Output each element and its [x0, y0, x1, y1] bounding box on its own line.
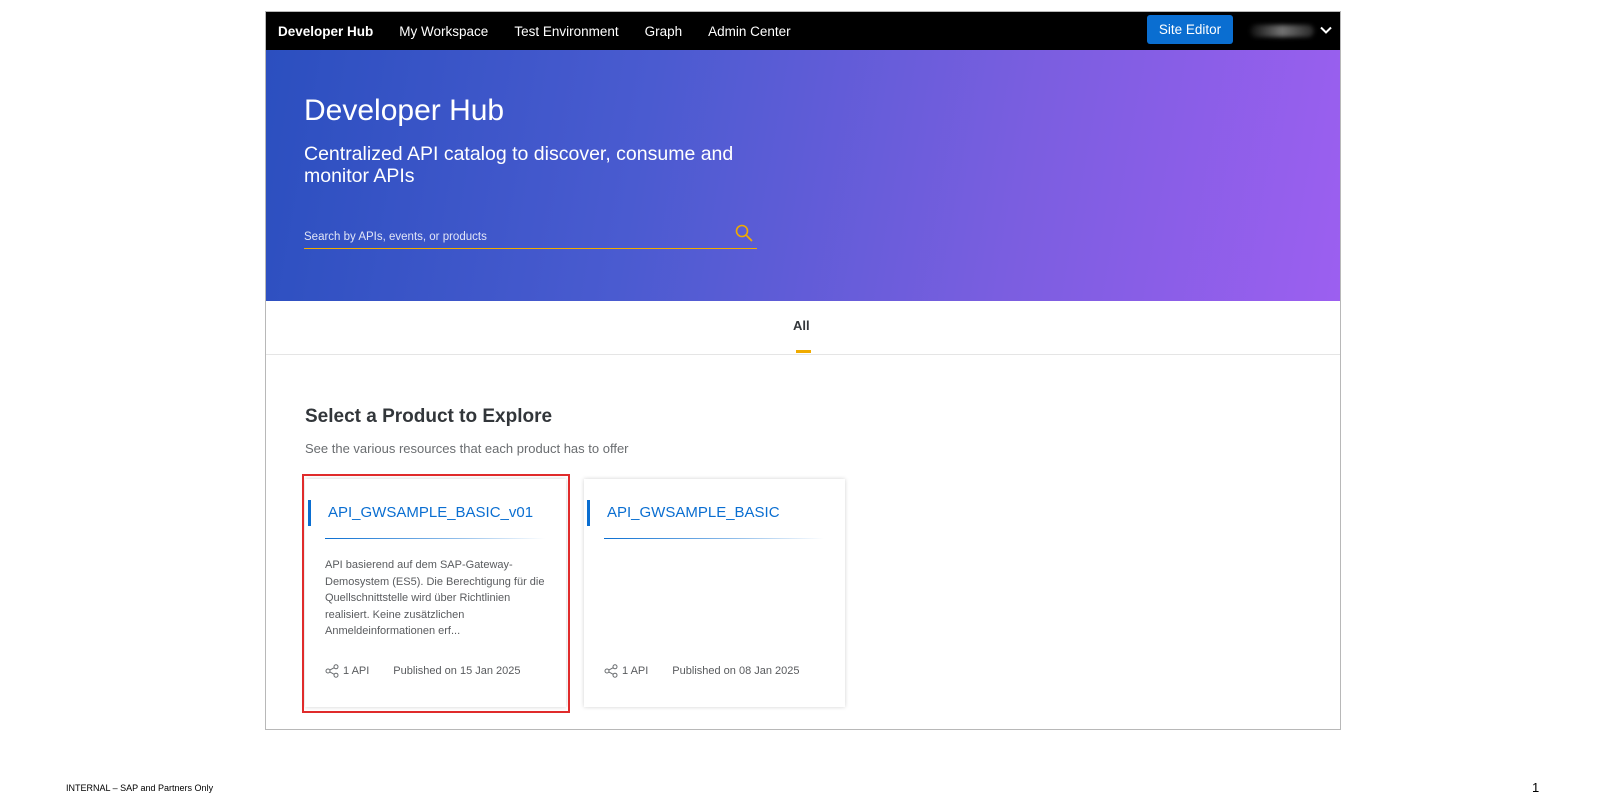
card-description: API basierend auf dem SAP-Gateway-Demosy…: [325, 559, 545, 637]
card-footer: 1 API Published on 08 Jan 2025: [604, 664, 800, 678]
api-count: 1 API: [622, 665, 649, 677]
section-subtitle: See the various resources that each prod…: [305, 441, 629, 456]
product-card[interactable]: API_GWSAMPLE_BASIC_v01 API basierend auf…: [305, 479, 566, 707]
top-navigation: Developer Hub My Workspace Test Environm…: [266, 12, 1340, 50]
hero-title: Developer Hub: [304, 94, 505, 127]
tab-bar: All: [266, 301, 1340, 355]
card-divider: [325, 538, 545, 539]
brand-link[interactable]: Developer Hub: [278, 24, 373, 39]
tab-all[interactable]: All: [793, 318, 810, 333]
nav-link-admin-center[interactable]: Admin Center: [708, 24, 791, 39]
search-field: [304, 222, 757, 249]
card-title-link[interactable]: API_GWSAMPLE_BASIC: [607, 504, 837, 521]
internal-footer-note: INTERNAL – SAP and Partners Only: [66, 783, 214, 793]
card-title-link[interactable]: API_GWSAMPLE_BASIC_v01: [328, 504, 558, 521]
share-icon: [325, 664, 339, 678]
hero-subtitle: Centralized API catalog to discover, con…: [304, 143, 734, 187]
card-accent-bar: [308, 500, 311, 526]
browser-frame: Developer Hub My Workspace Test Environm…: [265, 11, 1341, 730]
nav-link-my-workspace[interactable]: My Workspace: [399, 24, 488, 39]
card-divider: [604, 538, 824, 539]
card-accent-bar: [587, 500, 590, 526]
nav-link-test-environment[interactable]: Test Environment: [514, 24, 618, 39]
api-count: 1 API: [343, 665, 370, 677]
search-icon[interactable]: [734, 223, 754, 243]
nav-link-graph[interactable]: Graph: [645, 24, 683, 39]
hero-banner: Developer Hub Centralized API catalog to…: [266, 50, 1340, 301]
active-tab-indicator: [796, 350, 811, 353]
page-number: 1: [1532, 780, 1540, 795]
published-date: Published on 15 Jan 2025: [393, 665, 521, 677]
published-date: Published on 08 Jan 2025: [672, 665, 800, 677]
product-card[interactable]: API_GWSAMPLE_BASIC 1 API Published on 08…: [584, 479, 845, 707]
card-footer: 1 API Published on 15 Jan 2025: [325, 664, 521, 678]
share-icon: [604, 664, 618, 678]
search-input[interactable]: [304, 228, 724, 246]
chevron-down-icon[interactable]: [1318, 22, 1334, 38]
site-editor-button[interactable]: Site Editor: [1147, 15, 1233, 44]
section-title: Select a Product to Explore: [305, 406, 553, 427]
user-name-blurred[interactable]: [1250, 25, 1314, 37]
